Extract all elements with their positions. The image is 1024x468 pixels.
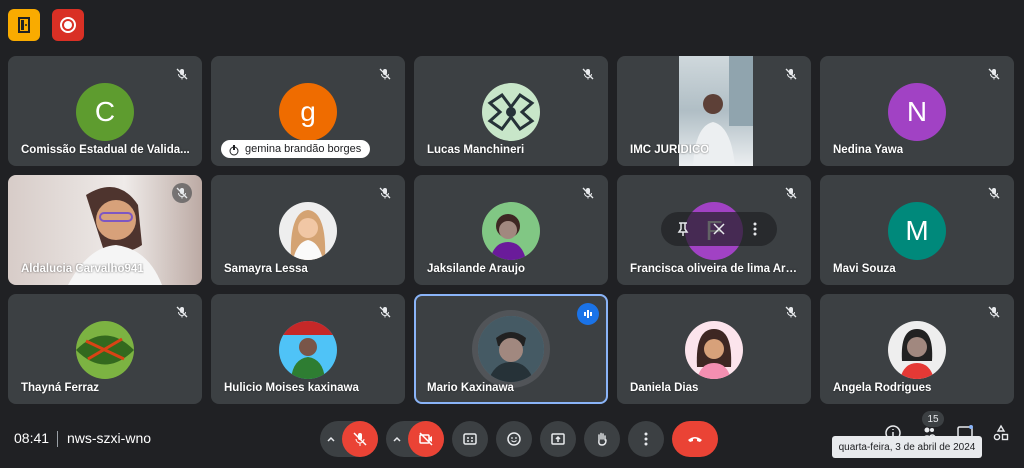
avatar bbox=[482, 83, 540, 141]
mic-off-icon bbox=[578, 64, 598, 84]
microphone-toggle-button[interactable] bbox=[342, 421, 378, 457]
participant-tile[interactable]: Aldalucia Carvalho941 bbox=[8, 175, 202, 285]
avatar: M bbox=[888, 202, 946, 260]
present-icon bbox=[551, 433, 565, 445]
mic-off-icon bbox=[781, 183, 801, 203]
participant-name-text: gemina brandão borges bbox=[245, 143, 362, 155]
leave-call-button[interactable] bbox=[672, 421, 718, 457]
mic-off-icon bbox=[375, 183, 395, 203]
participant-tile[interactable]: F Francisca oliveira de lima Arara bbox=[617, 175, 811, 285]
participant-tile[interactable]: N Nedina Yawa bbox=[820, 56, 1014, 166]
activities-icon[interactable] bbox=[992, 424, 1010, 442]
avatar bbox=[888, 321, 946, 379]
participant-name: Hulicio Moises kaxinawa bbox=[224, 382, 359, 394]
participant-tile[interactable]: Daniela Dias bbox=[617, 294, 811, 404]
mic-off-icon bbox=[172, 64, 192, 84]
mic-off-icon bbox=[375, 64, 395, 84]
avatar bbox=[482, 202, 540, 260]
participant-tile[interactable]: Samayra Lessa bbox=[211, 175, 405, 285]
participant-tile[interactable]: Hulicio Moises kaxinawa bbox=[211, 294, 405, 404]
participant-grid: C Comissão Estadual de Valida... g gemin… bbox=[8, 56, 1014, 404]
more-vert-icon bbox=[644, 432, 648, 446]
participant-tile[interactable]: M Mavi Souza bbox=[820, 175, 1014, 285]
more-options-icon[interactable] bbox=[747, 221, 763, 237]
mic-off-icon bbox=[984, 183, 1004, 203]
hand-raise-icon bbox=[229, 145, 239, 156]
mic-control-group bbox=[320, 421, 378, 457]
participant-name: gemina brandão borges bbox=[221, 140, 371, 158]
participant-name: Lucas Manchineri bbox=[427, 144, 525, 156]
mic-off-icon bbox=[984, 64, 1004, 84]
participant-name: Samayra Lessa bbox=[224, 263, 308, 275]
mic-off-icon bbox=[781, 302, 801, 322]
speaking-indicator-icon bbox=[577, 303, 599, 325]
chevron-up-icon bbox=[327, 436, 335, 442]
participant-tile[interactable]: C Comissão Estadual de Valida... bbox=[8, 56, 202, 166]
participant-name: Mavi Souza bbox=[833, 263, 896, 275]
door-exit-button[interactable] bbox=[8, 9, 40, 41]
mic-off-icon bbox=[984, 302, 1004, 322]
recording-button[interactable] bbox=[52, 9, 84, 41]
avatar bbox=[279, 321, 337, 379]
captions-icon bbox=[463, 433, 477, 445]
meeting-time: 08:41 bbox=[14, 430, 50, 446]
participant-tile[interactable]: Jaksilande Araujo bbox=[414, 175, 608, 285]
date-tooltip: quarta-feira, 3 de abril de 2024 bbox=[832, 436, 982, 458]
audio-options-button[interactable] bbox=[320, 434, 342, 444]
mic-off-icon bbox=[353, 432, 367, 446]
captions-button[interactable] bbox=[452, 421, 488, 457]
call-controls bbox=[320, 421, 718, 457]
participant-name: Thayná Ferraz bbox=[21, 382, 99, 394]
avatar bbox=[279, 202, 337, 260]
avatar: N bbox=[888, 83, 946, 141]
more-options-button[interactable] bbox=[628, 421, 664, 457]
camera-off-icon bbox=[419, 432, 433, 446]
top-left-actions bbox=[8, 9, 84, 41]
chevron-up-icon bbox=[393, 436, 401, 442]
record-icon bbox=[60, 17, 76, 33]
mic-off-icon bbox=[781, 64, 801, 84]
divider bbox=[57, 431, 58, 447]
raise-hand-button[interactable] bbox=[584, 421, 620, 457]
remove-icon[interactable] bbox=[711, 221, 727, 237]
pin-icon[interactable] bbox=[675, 221, 691, 237]
participant-tile[interactable]: g gemina brandão borges bbox=[211, 56, 405, 166]
participant-tile[interactable]: Thayná Ferraz bbox=[8, 294, 202, 404]
camera-control-group bbox=[386, 421, 444, 457]
video-options-button[interactable] bbox=[386, 434, 408, 444]
door-icon bbox=[18, 17, 30, 33]
emoji-icon bbox=[507, 432, 521, 446]
mic-off-icon bbox=[172, 302, 192, 322]
participant-tile[interactable]: IMC JURIDICO bbox=[617, 56, 811, 166]
reactions-button[interactable] bbox=[496, 421, 532, 457]
participant-name: Francisca oliveira de lima Arara bbox=[630, 263, 800, 275]
participant-name: IMC JURIDICO bbox=[630, 144, 710, 156]
avatar bbox=[685, 321, 743, 379]
hang-up-icon bbox=[688, 437, 702, 442]
participant-name: Comissão Estadual de Valida... bbox=[21, 144, 190, 156]
participant-name: Nedina Yawa bbox=[833, 144, 904, 156]
participant-name: Aldalucia Carvalho941 bbox=[21, 263, 144, 275]
tile-hover-controls bbox=[661, 212, 777, 246]
avatar bbox=[76, 321, 134, 379]
participant-name: Angela Rodrigues bbox=[833, 382, 932, 394]
avatar: C bbox=[76, 83, 134, 141]
participant-tile[interactable]: Angela Rodrigues bbox=[820, 294, 1014, 404]
participant-name: Daniela Dias bbox=[630, 382, 699, 394]
hand-icon bbox=[598, 432, 607, 446]
mic-off-icon bbox=[172, 183, 192, 203]
mic-off-icon bbox=[375, 302, 395, 322]
mic-off-icon bbox=[578, 183, 598, 203]
avatar bbox=[478, 316, 544, 382]
participant-tile[interactable]: Lucas Manchineri bbox=[414, 56, 608, 166]
meeting-code: nws-szxi-wno bbox=[67, 430, 152, 446]
avatar: g bbox=[279, 83, 337, 141]
present-screen-button[interactable] bbox=[540, 421, 576, 457]
participant-tile[interactable]: Mario Kaxinawa bbox=[414, 294, 608, 404]
participant-name: Jaksilande Araujo bbox=[427, 263, 526, 275]
participant-name: Mario Kaxinawa bbox=[427, 382, 514, 394]
camera-toggle-button[interactable] bbox=[408, 421, 444, 457]
